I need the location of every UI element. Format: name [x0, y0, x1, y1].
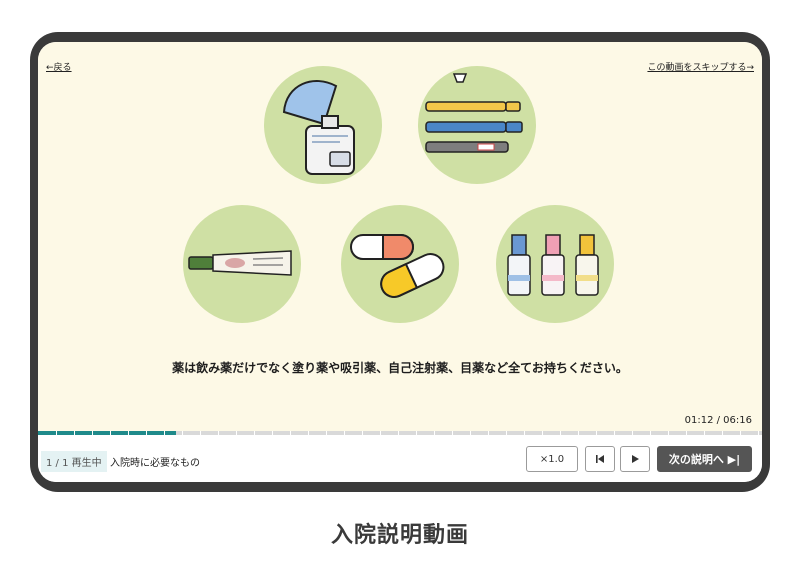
capsules-icon — [350, 234, 445, 298]
skip-back-button[interactable] — [585, 446, 615, 472]
video-caption: 薬は飲み薬だけでなく塗り薬や吸引薬、自己注射薬、目薬など全てお持ちください。 — [172, 361, 628, 375]
insulin-pens-icon — [425, 73, 523, 153]
next-explanation-button[interactable]: 次の説明へ ▶| — [657, 446, 752, 472]
inhaler-illustration — [264, 66, 382, 184]
eye-drops-illustration — [496, 205, 614, 323]
play-icon — [632, 455, 639, 463]
page-caption: 入院説明動画 — [330, 523, 469, 548]
play-button[interactable] — [620, 446, 650, 472]
ointment-illustration — [183, 205, 301, 323]
back-link[interactable]: ←戻る — [46, 60, 72, 73]
video-title: 入院時に必要なもの — [110, 458, 200, 469]
eye-drops-icon — [507, 234, 599, 296]
capsules-illustration — [341, 205, 459, 323]
control-bar: 1 / 1 再生中 入院時に必要なもの ×1.0 次の説明へ ▶| — [38, 435, 762, 482]
skip-back-icon — [596, 455, 604, 463]
inhaler-icon — [282, 80, 355, 175]
time-display: 01:12 / 06:16 — [684, 415, 752, 426]
skip-video-link[interactable]: この動画をスキップする→ — [647, 60, 754, 73]
video-player: ←戻る この動画をスキップする→ 薬は飲み薬だけでなく塗り薬や吸引薬、自己注射薬… — [38, 42, 762, 482]
playback-status: 1 / 1 再生中 — [41, 451, 107, 472]
speed-button[interactable]: ×1.0 — [526, 446, 578, 472]
video-area[interactable]: ←戻る この動画をスキップする→ 薬は飲み薬だけでなく塗り薬や吸引薬、自己注射薬… — [38, 42, 762, 431]
ointment-tube-icon — [188, 250, 292, 276]
insulin-pens-illustration — [418, 66, 536, 184]
